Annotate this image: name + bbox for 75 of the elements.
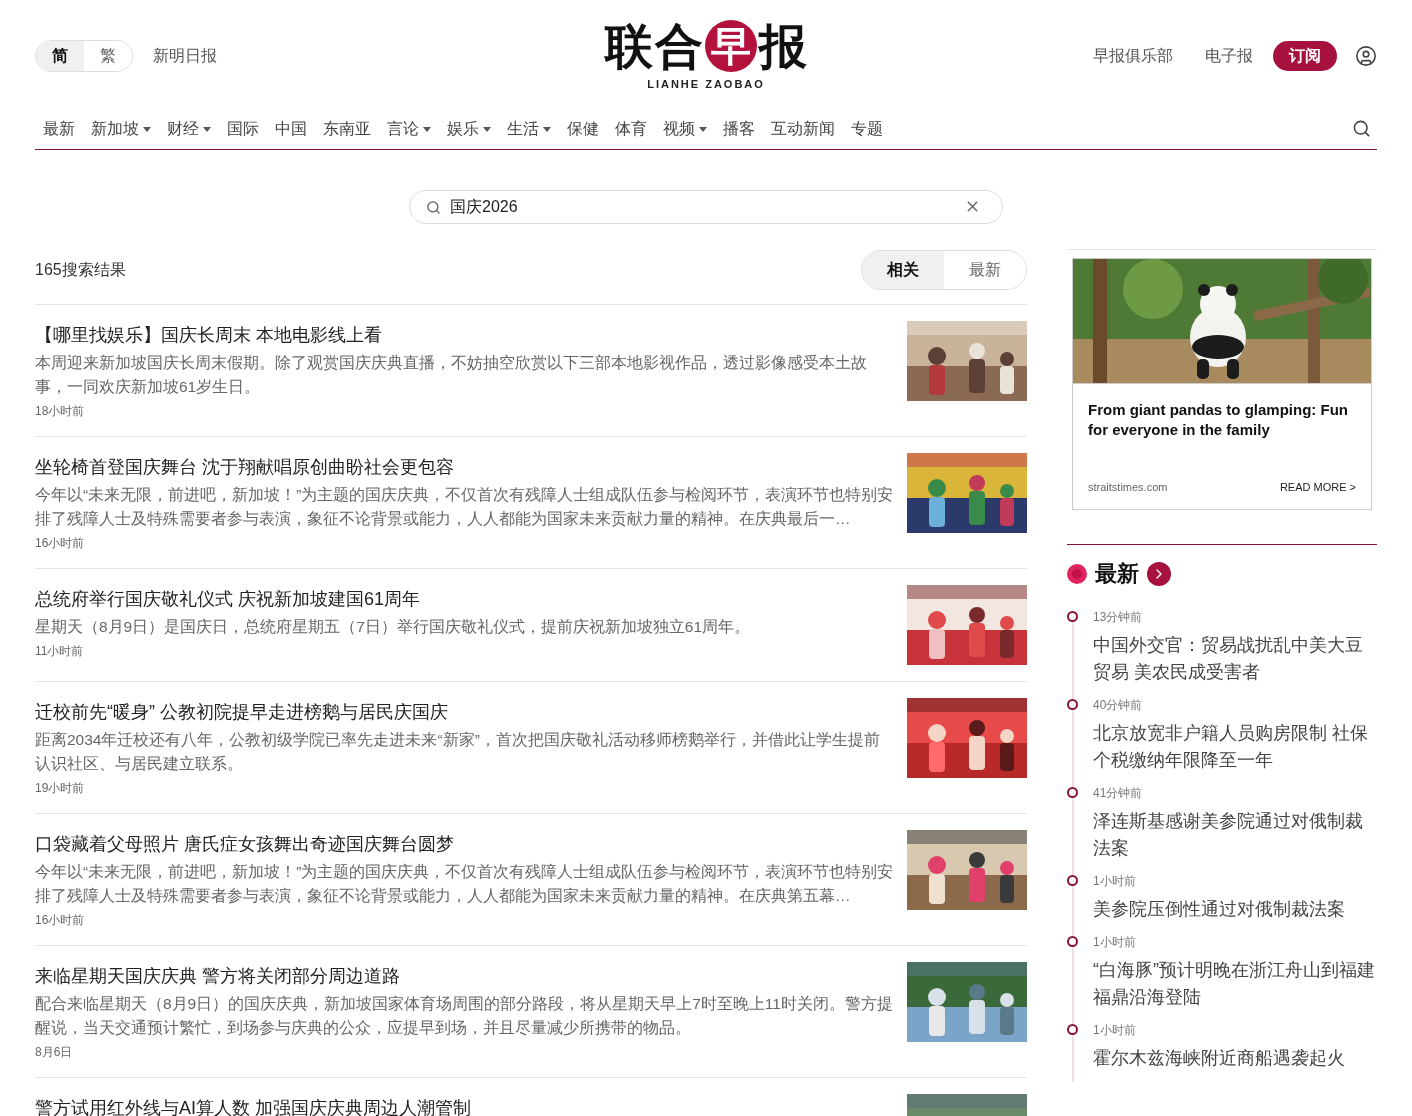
nav-item[interactable]: 言论 — [379, 116, 439, 141]
latest-time: 40分钟前 — [1093, 697, 1144, 714]
nav-item[interactable]: 视频 — [655, 116, 715, 141]
article-summary: 星期天（8月9日）是国庆日，总统府星期五（7日）举行国庆敬礼仪式，提前庆祝新加坡独立61周年。 — [35, 617, 752, 637]
latest-time: 13分钟前 — [1093, 609, 1144, 626]
article-title[interactable]: 口袋藏着父母照片 唐氏症女孩舞出奇迹国庆舞台圆梦 — [35, 830, 895, 858]
logo-subtitle: LIANHE ZAOBAO — [647, 76, 765, 92]
ad-source: straitstimes.com — [1088, 479, 1168, 495]
search-icon — [426, 200, 441, 215]
nav-item[interactable]: 播客 — [715, 116, 763, 141]
more-arrow-button[interactable] — [1147, 561, 1171, 586]
article-time: 18小时前 — [35, 403, 86, 420]
nav-item[interactable]: 体育 — [607, 116, 655, 141]
article-summary: 配合来临星期天（8月9日）的国庆庆典，新加坡国家体育场周围的部分路段，将从星期天早上7时至晚上11时关闭。警方提醒说，当天交通预计繁忙，到场参与庆典的公众，应提早到场，并且尽量减少所携带的物品。 — [35, 994, 894, 1038]
nav-item[interactable]: 新加坡 — [83, 116, 159, 141]
article-time: 11小时前 — [35, 643, 85, 660]
latest-time: 41分钟前 — [1093, 785, 1144, 802]
article-time: 16小时前 — [35, 912, 86, 929]
caret-icon — [543, 127, 551, 132]
latest-headline[interactable]: 霍尔木兹海峡附近商船遇袭起火 — [1093, 1045, 1377, 1072]
latest-headline[interactable]: 泽连斯基感谢美参院通过对俄制裁法案 — [1093, 808, 1377, 862]
search-icon[interactable] — [1352, 119, 1371, 138]
nav-item[interactable]: 东南亚 — [315, 116, 379, 141]
language-option[interactable]: 简 — [36, 41, 84, 71]
latest-time: 1小时前 — [1093, 1022, 1137, 1039]
nav-item[interactable]: 专题 — [843, 116, 891, 141]
nav-item[interactable]: 最新 — [35, 116, 83, 141]
logo-character: 联 — [605, 21, 653, 70]
logo-character: 合 — [655, 21, 703, 70]
logo-character: 报 — [759, 21, 807, 70]
result-count: 165搜索结果 — [35, 259, 126, 280]
ad-card[interactable]: From giant pandas to glamping: Fun for everyone in the family straitstimes.com READ MORE > — [1072, 258, 1372, 510]
article-title[interactable]: 迁校前先“暖身” 公教初院提早走进榜鹅与居民庆国庆 — [35, 698, 895, 726]
latest-headline[interactable]: 美参院压倒性通过对俄制裁法案 — [1093, 896, 1377, 923]
caret-icon — [203, 127, 211, 132]
caret-icon — [483, 127, 491, 132]
header-link[interactable]: 电子报 — [1205, 44, 1253, 68]
user-icon[interactable] — [1355, 45, 1377, 67]
article-time: 16小时前 — [35, 535, 86, 552]
section-heading: 最新 — [1095, 560, 1139, 588]
top-link[interactable]: 新明日报 — [153, 44, 217, 68]
nav-item[interactable]: 生活 — [499, 116, 559, 141]
article-title[interactable]: 【哪里找娱乐】国庆长周末 本地电影线上看 — [35, 321, 895, 349]
nav-item[interactable]: 娱乐 — [439, 116, 499, 141]
header-link[interactable]: 早报俱乐部 — [1093, 44, 1173, 68]
read-more-link[interactable]: READ MORE > — [1279, 478, 1356, 495]
nav-item[interactable]: 保健 — [559, 116, 607, 141]
article-summary: 今年以“未来无限，前进吧，新加坡！”为主题的国庆庆典，不仅首次有残障人士组成队伍参与检阅环节，表演环节也特别安排了残障人士及特殊需要者参与表演，象征不论背景或能力，人人都能为国家未来贡献力量的精神。在庆典第五幕… — [35, 862, 895, 906]
sort-option[interactable]: 相关 — [862, 250, 944, 289]
caret-icon — [143, 127, 151, 132]
ad-title: From giant pandas to glamping: Fun for everyone in the family — [1088, 400, 1349, 440]
caret-icon — [699, 127, 707, 132]
article-summary: 今年以“未来无限，前进吧，新加坡！”为主题的国庆庆典，不仅首次有残障人士组成队伍参与检阅环节，表演环节也特别安排了残障人士及特殊需要者参与表演，象征不论背景或能力，人人都能为国家未来贡献力量的精神。在庆典最后一… — [35, 485, 895, 529]
caret-icon — [423, 127, 431, 132]
article-summary: 距离2034年迁校还有八年，公教初级学院已率先走进未来“新家”，首次把国庆敬礼活动移师榜鹅举行，并借此让学生提前认识社区、与居民建立联系。 — [35, 730, 881, 774]
article-title[interactable]: 警方试用红外线与AI算人数 加强国庆庆典周边人潮管制 — [35, 1094, 895, 1116]
subscribe-button[interactable]: 订阅 — [1273, 41, 1337, 71]
article-title[interactable]: 坐轮椅首登国庆舞台 沈于翔献唱原创曲盼社会更包容 — [35, 453, 895, 481]
article-summary: 本周迎来新加坡国庆长周末假期。除了观赏国庆庆典直播，不妨抽空欣赏以下三部本地影视作品，透过影像感受本土故事，一同欢庆新加坡61岁生日。 — [35, 353, 868, 397]
article-title[interactable]: 总统府举行国庆敬礼仪式 庆祝新加坡建国61周年 — [35, 585, 895, 613]
search-field[interactable]: 国庆2026 — [409, 190, 1003, 224]
article-time: 8月6日 — [35, 1044, 74, 1061]
latest-headline[interactable]: 中国外交官：贸易战扰乱中美大豆贸易 美农民成受害者 — [1093, 632, 1377, 686]
article-title[interactable]: 来临星期天国庆庆典 警方将关闭部分周边道路 — [35, 962, 895, 990]
nav-item[interactable]: 中国 — [267, 116, 315, 141]
live-dot-icon — [1067, 563, 1087, 584]
latest-headline[interactable]: “白海豚”预计明晚在浙江舟山到福建福鼎沿海登陆 — [1093, 957, 1377, 1011]
latest-time: 1小时前 — [1093, 873, 1137, 890]
nav-item[interactable]: 国际 — [219, 116, 267, 141]
latest-time: 1小时前 — [1093, 934, 1137, 951]
nav-item[interactable]: 财经 — [159, 116, 219, 141]
nav-item[interactable]: 互动新闻 — [763, 116, 843, 141]
logo-character: 早 — [705, 19, 757, 72]
latest-headline[interactable]: 北京放宽非户籍人员购房限制 社保个税缴纳年限降至一年 — [1093, 720, 1377, 774]
article-time: 19小时前 — [35, 780, 86, 797]
